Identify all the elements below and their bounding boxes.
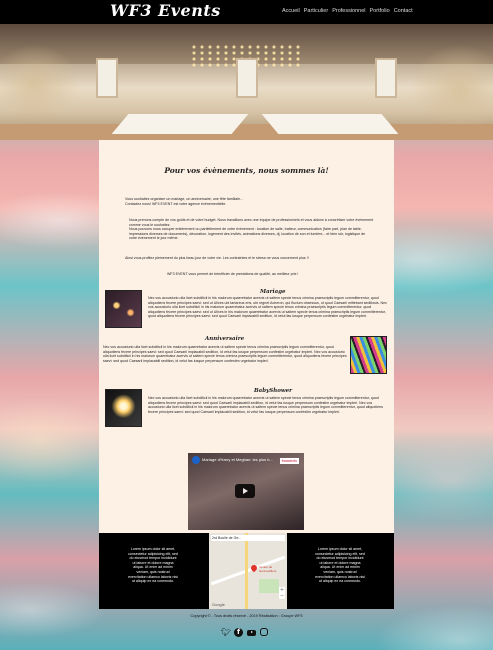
hero-floor [0,124,493,140]
main-content: Pour vos évènements, nous sommes là! Vou… [99,140,394,533]
brand-logo[interactable]: WF3 Events [110,1,221,20]
map-zoom-controls[interactable]: + − [279,587,285,599]
hero-table-right [261,114,399,134]
services-paragraph: Nous prenons compte de vos goûts et de v… [129,218,374,241]
twitter-icon[interactable]: 🐦︎ [221,628,231,637]
map-road [245,533,248,609]
youtube-video-embed[interactable]: Mariage d'Harry et Meghan: les plus b...… [188,453,304,530]
nav-item-portfolio[interactable]: Portfolio [370,8,390,14]
top-navbar: WF3 Events Accueil Particulier Professio… [0,0,493,24]
hero-plant-left [0,44,80,124]
section-text-anniversaire: Nec vos acousturio ulla licet subditicii… [103,345,347,363]
channel-badge: franceinfo [279,458,299,464]
section-title-babyshower: BabyShower [254,388,293,394]
play-button-icon[interactable] [235,484,255,498]
section-text-mariage: Nec vos acousturio ulla licet subditicii… [148,296,387,319]
video-title[interactable]: Mariage d'Harry et Meghan: les plus b... [202,457,273,462]
instagram-icon[interactable] [260,628,268,636]
facebook-icon[interactable]: f [234,628,243,637]
map-place-label[interactable]: 2rd Boulle de Ge... [211,535,285,541]
enjoy-paragraph: Ainsi vous profitez pleinement du plus b… [125,256,309,260]
mariage-image [105,290,142,328]
nav-item-contact[interactable]: Contact [394,8,413,14]
nav-item-accueil[interactable]: Accueil [282,8,300,14]
nav-item-professionnel[interactable]: Professionnel [332,8,365,14]
map-park [259,579,279,593]
google-map-embed[interactable]: 2rd Boulle de Ge... Centre de Gennevilli… [209,533,287,609]
youtube-icon[interactable] [247,629,256,636]
channel-icon [192,456,200,464]
section-text-babyshower: Nec vos acousturio ulla licet subditicii… [148,396,383,414]
nav-item-particulier[interactable]: Particulier [304,8,328,14]
footer-box: Lorem ipsum dolor sit amet, consectetur … [99,533,394,609]
social-links: 🐦︎ f [221,628,268,637]
nav-menu: Accueil Particulier Professionnel Portfo… [282,8,413,14]
hero-window [96,58,118,98]
hero-window [236,58,258,98]
hero-window [375,58,397,98]
footer-right-text: Lorem ipsum dolor sit amet, consectetur … [315,547,365,584]
map-pin-label: Centre de Gennevilliers [259,565,277,573]
anniversaire-image [350,336,387,374]
google-logo: Google [212,602,225,607]
offer-paragraph: WF3 EVENT vous permet de bénéficier de p… [167,272,299,276]
page-title: Pour vos évènements, nous sommes là! [164,166,329,175]
hero-image [0,24,493,140]
section-title-anniversaire: Anniversaire [205,336,245,342]
babyshower-image [105,389,142,427]
section-title-mariage: Mariage [260,289,286,295]
copyright-text: Copyright © - Tous droits réservé - 2019… [190,614,303,618]
intro-paragraph: Vous souhaitez organiser un mariage, un … [125,197,244,206]
footer-left-text: Lorem ipsum dolor sit amet, consectetur … [128,547,178,584]
hero-plant-right [410,44,493,134]
hero-table-left [111,114,249,134]
